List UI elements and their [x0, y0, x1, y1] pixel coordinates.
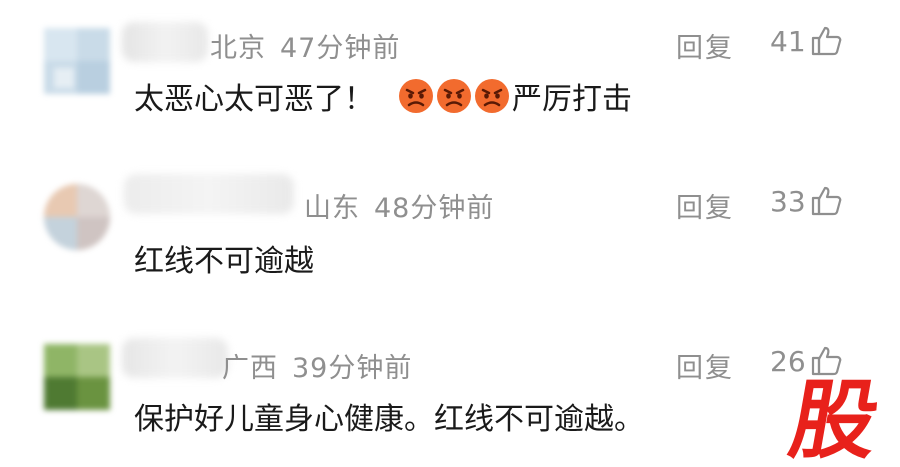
comment-item: 北京 47分钟前 回复 41 太恶心太可恶了！ 严厉打击	[0, 0, 900, 150]
like-count: 33	[770, 184, 806, 218]
username-blurred[interactable]	[122, 338, 228, 378]
comment-time: 39分钟前	[292, 353, 413, 384]
reply-button[interactable]: 回复	[676, 346, 734, 385]
avatar[interactable]	[44, 344, 110, 410]
comment-text: 红线不可逾越	[134, 244, 314, 279]
watermark-logo: 股	[778, 372, 888, 467]
svg-text:股: 股	[783, 372, 887, 462]
comment-time: 48分钟前	[374, 193, 495, 224]
comment-location: 广西	[222, 353, 278, 384]
comment-meta: 北京 47分钟前	[210, 26, 400, 65]
comment-item: 广西 39分钟前 回复 26 保护好儿童身心健康。红线不可逾越。	[0, 316, 900, 466]
comment-meta: 山东 48分钟前	[304, 186, 494, 225]
comment-list: 北京 47分钟前 回复 41 太恶心太可恶了！ 严厉打击 山东 48分钟前 回复…	[0, 0, 900, 467]
avatar[interactable]	[44, 28, 110, 94]
like-button[interactable]: 33	[770, 184, 844, 218]
comment-text: 太恶心太可恶了！ 严厉打击	[134, 74, 632, 118]
comment-text-tail: 严厉打击	[512, 82, 632, 117]
thumbs-up-icon	[810, 24, 844, 58]
like-count: 41	[770, 24, 806, 58]
angry-face-icon	[474, 78, 510, 114]
username-blurred[interactable]	[124, 174, 294, 214]
angry-face-icon	[436, 78, 472, 114]
comment-time: 47分钟前	[280, 33, 401, 64]
comment-location: 山东	[304, 193, 360, 224]
comment-location: 北京	[210, 33, 266, 64]
avatar[interactable]	[44, 184, 110, 250]
like-button[interactable]: 41	[770, 24, 844, 58]
comment-text: 保护好儿童身心健康。红线不可逾越。	[134, 402, 644, 437]
angry-face-icon	[398, 78, 434, 114]
username-blurred[interactable]	[122, 22, 208, 62]
thumbs-up-icon	[810, 184, 844, 218]
comment-meta: 广西 39分钟前	[222, 346, 412, 385]
comment-item: 山东 48分钟前 回复 33 红线不可逾越	[0, 158, 900, 308]
comment-text-main: 太恶心太可恶了！	[134, 82, 374, 117]
reply-button[interactable]: 回复	[676, 186, 734, 225]
reply-button[interactable]: 回复	[676, 26, 734, 65]
